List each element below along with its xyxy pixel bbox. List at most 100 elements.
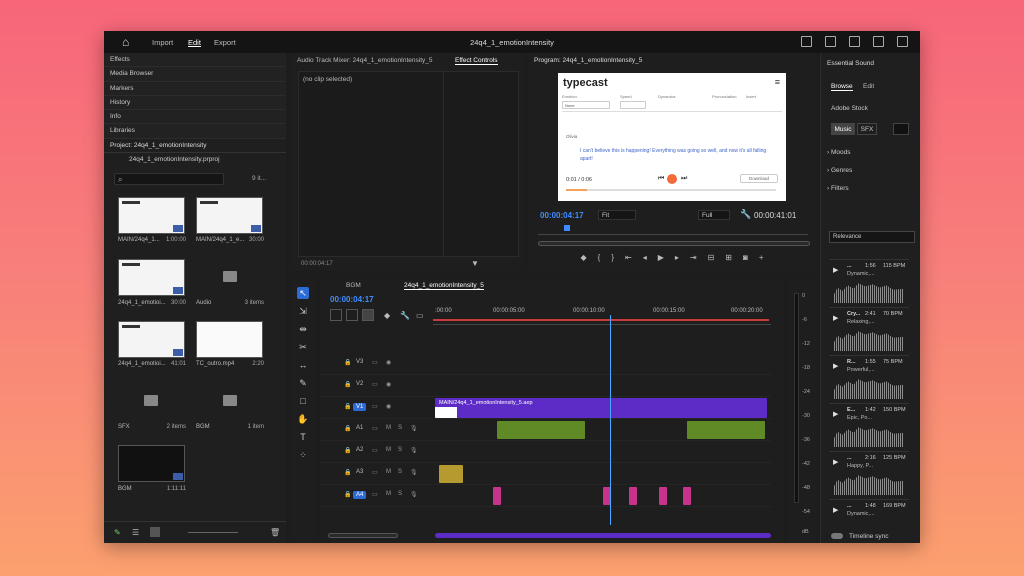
mic-icon[interactable]: 🎙 (410, 491, 418, 498)
mute-icon[interactable]: M (386, 469, 391, 475)
timeline-ruler[interactable]: :00:00 00:00:05:00 00:00:10:00 00:00:15:… (433, 305, 771, 325)
selection-tool-icon[interactable]: ↖ (297, 287, 309, 299)
thumbnail[interactable] (196, 321, 263, 358)
eye-icon[interactable]: ◉ (386, 403, 391, 410)
pen-tool-icon[interactable]: ✎ (297, 377, 309, 389)
sync-icon[interactable]: ▭ (372, 469, 378, 476)
solo-icon[interactable]: S (398, 447, 402, 453)
video-clip[interactable]: MAIN/24q4_1_emotionIntensity_5.aep (435, 398, 767, 418)
sfx-clip[interactable] (629, 487, 637, 505)
sync-icon[interactable]: ▭ (372, 381, 378, 388)
playhead-marker[interactable] (564, 225, 570, 231)
thumbnail[interactable] (196, 197, 263, 234)
share-icon[interactable] (825, 36, 836, 47)
track-v1[interactable]: MAIN/24q4_1_emotionIntensity_5.aep (433, 397, 771, 419)
play-icon[interactable]: ▶ (833, 410, 838, 418)
panel-markers[interactable]: Markers (104, 82, 286, 96)
marker-icon[interactable]: ◆ (580, 253, 586, 262)
sfx-clip[interactable] (493, 487, 501, 505)
fit-select[interactable]: Fit (598, 210, 636, 220)
timeline-sync-toggle[interactable] (831, 533, 843, 539)
lock-icon[interactable]: 🔒 (344, 403, 351, 410)
lock-icon[interactable]: 🔒 (344, 359, 351, 366)
tab-edit[interactable]: Edit (863, 83, 874, 90)
search-input[interactable]: ⌕ (114, 173, 224, 185)
mic-icon[interactable]: 🎙 (410, 469, 418, 476)
step-back-icon[interactable]: ◂ (643, 253, 647, 262)
play-icon[interactable]: ▶ (833, 506, 838, 514)
sfx-button[interactable]: SFX (857, 123, 877, 135)
go-to-out-icon[interactable]: ⇥ (690, 253, 697, 262)
lock-icon[interactable]: 🔒 (344, 447, 351, 454)
zoom-slider[interactable] (188, 532, 238, 533)
folder-icon[interactable] (223, 271, 237, 282)
music-button[interactable]: Music (831, 123, 855, 135)
camera-icon[interactable]: ◙ (743, 253, 748, 262)
timeline-scrollbar[interactable] (328, 533, 398, 538)
razor-tool-icon[interactable]: ✂ (297, 341, 309, 353)
linked-selection-icon[interactable] (362, 309, 374, 321)
timeline-settings-icon[interactable]: 🔧 (400, 311, 410, 320)
mark-out-icon[interactable]: } (611, 253, 614, 262)
play-icon[interactable]: ▶ (658, 253, 664, 262)
sync-icon[interactable]: ▭ (372, 403, 378, 410)
fullscreen-icon[interactable] (897, 36, 908, 47)
hand-tool-icon[interactable]: ✋ (297, 413, 309, 425)
sync-icon[interactable]: ▭ (372, 425, 378, 432)
extract-icon[interactable]: ⊞ (725, 253, 732, 262)
list-view-icon[interactable]: ☰ (132, 528, 139, 537)
solo-icon[interactable]: S (398, 491, 402, 497)
pen-icon[interactable]: ✎ (114, 528, 121, 537)
track-a3[interactable] (433, 463, 771, 485)
category-genres[interactable]: › Genres (827, 167, 852, 174)
lock-icon[interactable]: 🔒 (344, 469, 351, 476)
panel-media-browser[interactable]: Media Browser (104, 67, 286, 82)
eye-icon[interactable]: ◉ (386, 381, 391, 388)
music-track[interactable]: ▶... 1:56 115 BPM Dynamic,... (829, 259, 909, 305)
tab-audio-track-mixer[interactable]: Audio Track Mixer: 24q4_1_emotionIntensi… (297, 57, 433, 64)
timeline-playhead[interactable] (610, 315, 611, 525)
trash-icon[interactable]: 🗑 (270, 528, 280, 537)
rectangle-tool-icon[interactable]: □ (297, 395, 309, 407)
panel-info[interactable]: Info (104, 110, 286, 125)
lift-icon[interactable]: ⊟ (708, 253, 715, 262)
settings-icon[interactable] (849, 36, 860, 47)
folder-icon[interactable] (144, 395, 158, 406)
filter-icon[interactable]: ▼ (471, 259, 479, 268)
lock-icon[interactable]: 🔒 (344, 425, 351, 432)
track-a1[interactable] (433, 419, 771, 441)
music-track[interactable]: ▶ R... 1:55 75 BPM Powerful,... (829, 355, 909, 401)
category-filters[interactable]: › Filters (827, 185, 849, 192)
go-to-in-icon[interactable]: ⇤ (625, 253, 632, 262)
sync-icon[interactable]: ▭ (372, 447, 378, 454)
mute-icon[interactable]: M (386, 447, 391, 453)
music-track[interactable]: ▶ E... 1:42 150 BPM Epic, Po... (829, 403, 909, 449)
caption-tool-icon[interactable]: ⁘ (297, 449, 309, 461)
track-label[interactable]: A4 (353, 491, 367, 499)
nest-icon[interactable] (330, 309, 342, 321)
solo-icon[interactable]: S (398, 469, 402, 475)
program-timecode[interactable]: 00:00:04:17 (540, 211, 584, 220)
thumbnail[interactable] (118, 259, 185, 296)
music-track[interactable]: ▶... 2:16 125 BPM Happy, P... (829, 451, 909, 497)
mic-icon[interactable]: 🎙 (410, 447, 418, 454)
play-icon[interactable]: ▶ (833, 314, 838, 322)
audio-clip[interactable] (439, 465, 463, 483)
lock-icon[interactable]: 🔒 (344, 491, 351, 498)
music-track[interactable]: ▶... 1:48 169 BPM Dynamic,... (829, 499, 909, 529)
sfx-clip[interactable] (659, 487, 667, 505)
track-label[interactable]: V1 (353, 403, 367, 411)
play-icon[interactable]: ▶ (833, 266, 838, 274)
help-icon[interactable] (873, 36, 884, 47)
play-icon[interactable]: ▶ (833, 458, 838, 466)
search-field[interactable] (893, 123, 909, 135)
ripple-edit-tool-icon[interactable]: ⇹ (297, 323, 309, 335)
mute-icon[interactable]: M (386, 491, 391, 497)
track-v3[interactable] (433, 353, 771, 375)
quality-select[interactable]: Full (698, 210, 730, 220)
mic-icon[interactable]: 🎙 (410, 425, 418, 432)
program-ruler[interactable] (538, 223, 808, 235)
sfx-clip[interactable] (683, 487, 691, 505)
tab-effect-controls[interactable]: Effect Controls (455, 57, 498, 65)
lock-icon[interactable]: 🔒 (344, 381, 351, 388)
